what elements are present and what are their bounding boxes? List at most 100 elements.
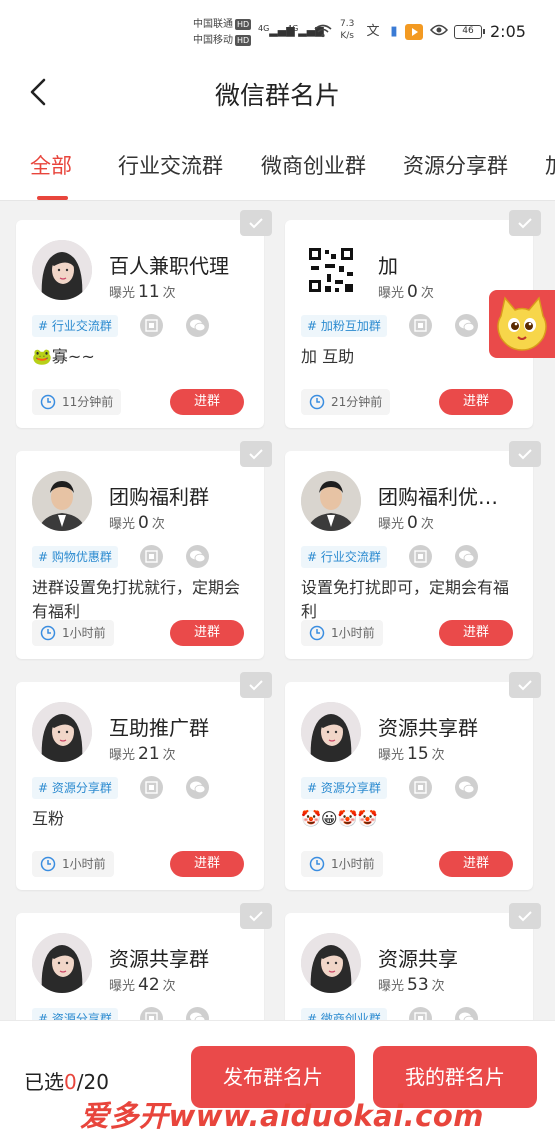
group-description: 设置免打扰即可，定期会有福利	[301, 578, 510, 621]
app-notify-icon: 文	[366, 24, 380, 39]
exposure-count: 曝光 0 次	[109, 513, 165, 533]
qr-badge-icon	[140, 1007, 163, 1020]
exposure-count: 曝光 21 次	[109, 744, 176, 764]
join-group-button[interactable]: 进群	[439, 851, 513, 877]
tab-resource-share[interactable]: 资源分享群	[403, 150, 508, 180]
post-time: 1小时前	[301, 620, 383, 646]
qr-badge-icon	[409, 776, 432, 799]
post-time: 1小时前	[32, 620, 114, 646]
user-avatar	[301, 471, 361, 531]
group-card[interactable]: 团购福利优… 曝光 0 次 # 行业交流群 设置免打扰即可，定期会有福利 1小时前 …	[285, 441, 541, 659]
wechat-icon	[186, 545, 209, 568]
tab-all[interactable]: 全部	[30, 150, 72, 180]
post-time: 1小时前	[301, 851, 383, 877]
exposure-count: 曝光 42 次	[109, 975, 176, 995]
category-tag[interactable]: # 购物优惠群	[32, 546, 118, 568]
group-name: 资源共享群	[378, 716, 478, 740]
select-checkbox[interactable]	[240, 210, 272, 236]
qr-badge-icon	[409, 1007, 432, 1020]
group-name: 团购福利优…	[378, 485, 498, 509]
app-notify-icon: ▮	[390, 24, 398, 39]
select-checkbox[interactable]	[240, 672, 272, 698]
select-checkbox[interactable]	[240, 903, 272, 929]
page-title: 微信群名片	[214, 81, 340, 110]
group-card-grid: 百人兼职代理 曝光 11 次 # 行业交流群 🐸寡~~ 11分钟前 进群 加 曝光 0…	[0, 202, 555, 1020]
tab-wechat-business[interactable]: 微商创业群	[261, 150, 366, 180]
exposure-count: 曝光 15 次	[378, 744, 445, 764]
wechat-icon	[186, 314, 209, 337]
user-avatar	[301, 702, 361, 762]
header: 微信群名片	[0, 58, 555, 128]
user-avatar	[32, 471, 92, 531]
group-name: 百人兼职代理	[109, 254, 229, 278]
wechat-icon	[455, 1007, 478, 1020]
clock: 2:05	[490, 22, 526, 41]
join-group-button[interactable]: 进群	[170, 851, 244, 877]
wechat-icon	[455, 314, 478, 337]
tab-indicator	[37, 196, 68, 200]
group-card[interactable]: 资源共享群 曝光 15 次 # 资源分享群 🤡😀🤡🤡 1小时前 进群	[285, 672, 541, 890]
watermark: 爱多开www.aiduokai.com	[80, 1099, 485, 1133]
join-group-button[interactable]: 进群	[439, 389, 513, 415]
wechat-icon	[455, 776, 478, 799]
status-bar: 中国联通 HD 中国移动 HD 4G▂▄▆ 4G▂▄▆ 7.3 K/s 文 ▮ 46 …	[0, 0, 555, 58]
category-tag[interactable]: # 行业交流群	[301, 546, 387, 568]
group-description: 互粉	[32, 809, 65, 828]
eye-icon	[429, 24, 449, 40]
group-name: 互助推广群	[109, 716, 209, 740]
group-name: 资源共享	[378, 947, 458, 971]
group-description: 🐸寡~~	[32, 347, 95, 366]
group-card[interactable]: 百人兼职代理 曝光 11 次 # 行业交流群 🐸寡~~ 11分钟前 进群	[16, 210, 272, 428]
user-avatar	[32, 933, 92, 993]
qr-badge-icon	[409, 314, 432, 337]
tab-industry[interactable]: 行业交流群	[118, 150, 223, 180]
exposure-count: 曝光 11 次	[109, 282, 176, 302]
wechat-icon	[186, 1007, 209, 1020]
group-card[interactable]: 资源共享群 曝光 42 次 # 资源分享群	[16, 903, 272, 1020]
carrier-2: 中国移动	[193, 35, 233, 46]
cat-mascot-icon[interactable]	[489, 290, 555, 358]
user-avatar	[32, 702, 92, 762]
group-card[interactable]: 资源共享 曝光 53 次 # 微商创业群	[285, 903, 541, 1020]
group-name: 加	[378, 254, 398, 278]
qr-code-avatar	[301, 240, 361, 300]
category-tag[interactable]: # 加粉互加群	[301, 315, 387, 337]
group-card[interactable]: 互助推广群 曝光 21 次 # 资源分享群 互粉 1小时前 进群	[16, 672, 272, 890]
wifi-icon	[314, 24, 332, 40]
group-description: 🤡😀🤡🤡	[301, 809, 378, 828]
hd-badge: HD	[235, 19, 252, 30]
hd-badge: HD	[235, 35, 252, 46]
group-card[interactable]: 团购福利群 曝光 0 次 # 购物优惠群 进群设置免打扰就行，定期会有福利 1小时前…	[16, 441, 272, 659]
post-time: 21分钟前	[301, 389, 391, 415]
exposure-count: 曝光 0 次	[378, 282, 434, 302]
group-name: 团购福利群	[109, 485, 209, 509]
category-tag[interactable]: # 资源分享群	[301, 777, 387, 799]
select-checkbox[interactable]	[509, 903, 541, 929]
category-tag[interactable]: # 行业交流群	[32, 315, 118, 337]
post-time: 11分钟前	[32, 389, 122, 415]
wechat-icon	[186, 776, 209, 799]
carrier-info: 中国联通 HD 中国移动 HD	[193, 17, 252, 49]
exposure-count: 曝光 0 次	[378, 513, 434, 533]
category-tag[interactable]: # 微商创业群	[301, 1008, 387, 1020]
join-group-button[interactable]: 进群	[170, 389, 244, 415]
group-name: 资源共享群	[109, 947, 209, 971]
select-checkbox[interactable]	[509, 441, 541, 467]
select-checkbox[interactable]	[509, 672, 541, 698]
tab-add-fans[interactable]: 加	[545, 150, 555, 180]
category-tag[interactable]: # 资源分享群	[32, 1008, 118, 1020]
selected-counter: 已选0/20	[24, 1070, 109, 1094]
tab-bar: 全部 行业交流群 微商创业群 资源分享群 加	[0, 128, 555, 201]
play-icon	[405, 24, 423, 40]
network-speed: 7.3 K/s	[340, 19, 355, 41]
select-checkbox[interactable]	[509, 210, 541, 236]
post-time: 1小时前	[32, 851, 114, 877]
exposure-count: 曝光 53 次	[378, 975, 445, 995]
category-tag[interactable]: # 资源分享群	[32, 777, 118, 799]
qr-badge-icon	[140, 545, 163, 568]
user-avatar	[301, 933, 361, 993]
join-group-button[interactable]: 进群	[170, 620, 244, 646]
select-checkbox[interactable]	[240, 441, 272, 467]
wechat-icon	[455, 545, 478, 568]
join-group-button[interactable]: 进群	[439, 620, 513, 646]
